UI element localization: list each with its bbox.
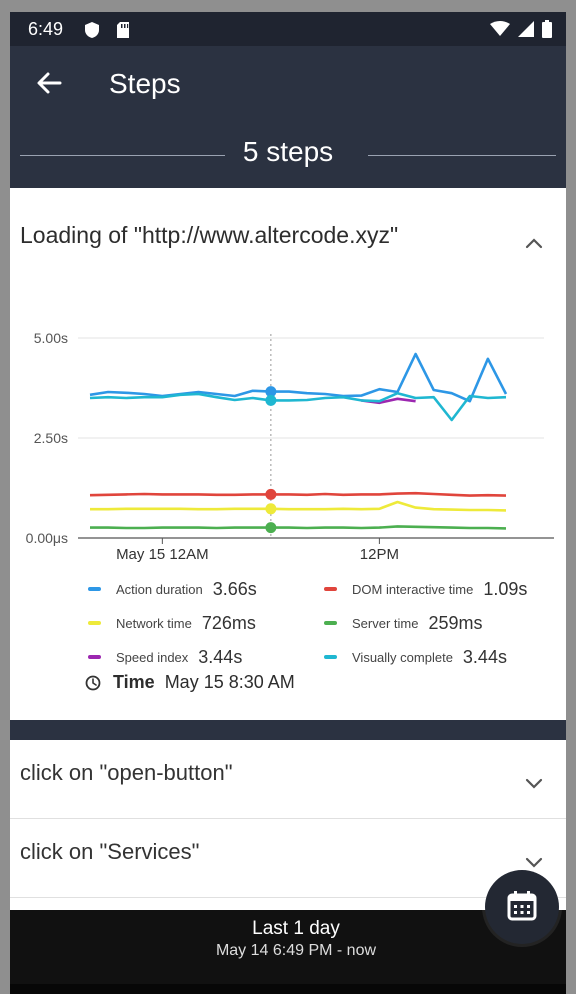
legend-value: 3.44s xyxy=(462,646,507,667)
legend-swatch xyxy=(324,655,337,659)
x-tick-label: 12PM xyxy=(360,546,399,563)
legend-item-dom-interactive: DOM interactive time 1.09s xyxy=(324,572,527,606)
wifi-icon xyxy=(490,21,510,36)
series-line-network-time xyxy=(90,500,507,512)
steps-header: 5 steps xyxy=(10,124,566,188)
sd-card-icon xyxy=(117,22,129,38)
chart: 5.00s 2.50s 0.00μs May 15 12AM 12PM xyxy=(26,330,554,563)
legend-swatch xyxy=(324,621,337,625)
legend-row: Speed index 3.44s Visually complete 3.44… xyxy=(88,640,558,674)
legend-value: 3.44s xyxy=(198,646,243,667)
legend-swatch xyxy=(88,655,101,659)
back-arrow-icon[interactable] xyxy=(34,68,64,98)
calendar-icon xyxy=(507,891,537,921)
legend-value: 3.66s xyxy=(212,578,257,599)
y-tick-label: 2.50s xyxy=(34,430,68,446)
legend-label: DOM interactive time xyxy=(352,581,474,597)
legend-swatch xyxy=(88,587,101,591)
legend-value: 726ms xyxy=(201,612,256,633)
series-line-server-time xyxy=(90,525,507,530)
time-row: Time May 15 8:30 AM xyxy=(85,672,295,693)
app-bar: Steps xyxy=(10,46,566,124)
legend-swatch xyxy=(324,587,337,591)
shield-icon xyxy=(85,22,99,38)
step-card-collapsed[interactable]: click on "open-button" xyxy=(10,740,566,819)
legend-value: 259ms xyxy=(428,612,483,633)
chevron-down-icon[interactable] xyxy=(521,770,547,796)
series-line-visually-complete xyxy=(89,391,507,422)
calendar-button[interactable] xyxy=(485,870,559,944)
date-range-title: Last 1 day xyxy=(252,918,340,939)
legend-item-speed-index: Speed index 3.44s xyxy=(88,640,242,674)
status-icons-right xyxy=(490,20,552,38)
status-bar: 6:49 xyxy=(10,12,566,46)
y-tick-label: 5.00s xyxy=(34,330,68,346)
clock-icon xyxy=(85,675,101,690)
legend-item-network-time: Network time 726ms xyxy=(88,606,256,640)
series-line-action-duration xyxy=(89,352,508,403)
x-tick-label: May 15 12AM xyxy=(116,546,209,563)
legend-row: Action duration 3.66s DOM interactive ti… xyxy=(88,572,558,606)
highlight-point-visually-complete xyxy=(265,394,277,406)
highlight-point-server-time xyxy=(265,522,277,534)
legend-item-action-duration: Action duration 3.66s xyxy=(88,572,257,606)
legend-swatch xyxy=(88,621,101,625)
step-card-collapsed[interactable]: click on "Services" xyxy=(10,819,566,898)
highlight-point-network-time xyxy=(265,503,277,515)
series-line-dom-interactive-time xyxy=(89,491,507,497)
legend-label: Network time xyxy=(116,615,192,631)
legend-label: Action duration xyxy=(116,581,203,597)
time-label: Time xyxy=(113,672,155,692)
phone-screen: 6:49 Steps 5 steps Loading of "http://ww… xyxy=(10,12,566,994)
legend-item-server-time: Server time 259ms xyxy=(324,606,483,640)
step-title: click on "Services" xyxy=(20,839,200,864)
y-tick-label: 0.00μs xyxy=(26,530,68,546)
signal-icon xyxy=(518,21,534,37)
status-time: 6:49 xyxy=(28,19,64,39)
time-value: May 15 8:30 AM xyxy=(164,672,295,692)
highlight-point-dom-interactive-time xyxy=(265,488,277,500)
step-title: click on "open-button" xyxy=(20,760,233,785)
legend-label: Speed index xyxy=(116,649,189,665)
date-range-bar[interactable]: Last 1 day May 14 6:49 PM - now xyxy=(10,910,566,994)
legend-label: Visually complete xyxy=(352,649,453,665)
legend-row: Network time 726ms Server time 259ms xyxy=(88,606,558,640)
page-title: Steps xyxy=(109,68,181,99)
system-nav-bar xyxy=(10,984,566,994)
steps-count: 5 steps xyxy=(242,136,334,167)
battery-icon xyxy=(542,20,552,38)
date-range-subtitle: May 14 6:49 PM - now xyxy=(215,942,377,959)
step-card-expanded: Loading of "http://www.altercode.xyz" 5.… xyxy=(10,188,566,720)
status-icons-left xyxy=(84,21,130,39)
legend-item-visually-complete: Visually complete 3.44s xyxy=(324,640,507,674)
section-divider xyxy=(10,720,566,740)
legend-value: 1.09s xyxy=(483,578,528,599)
legend-label: Server time xyxy=(352,615,419,631)
steps-divider-right xyxy=(368,155,556,156)
